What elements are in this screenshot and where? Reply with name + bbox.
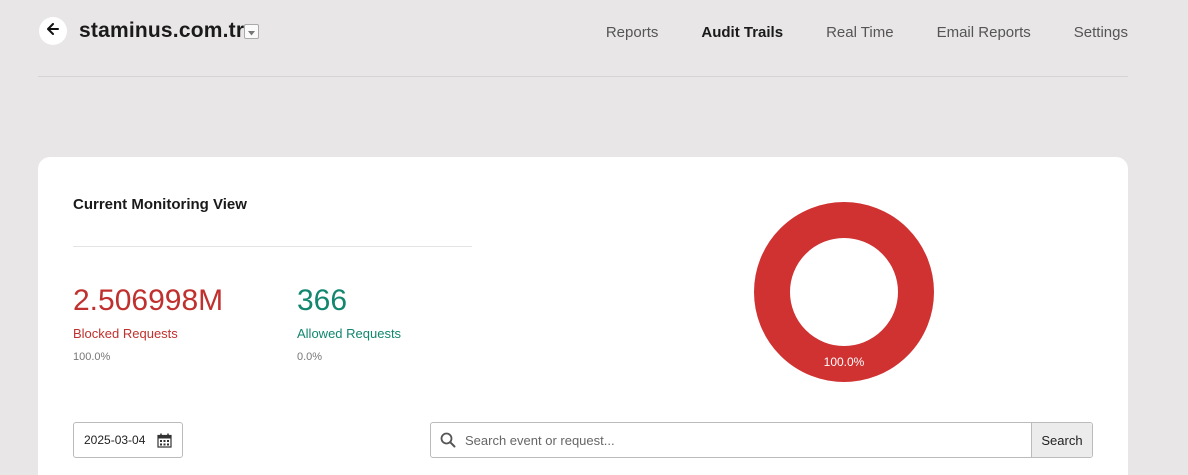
- arrow-left-icon: [47, 22, 59, 40]
- caret-down-icon: [248, 23, 255, 41]
- site-name: staminus.com.tr: [79, 19, 245, 42]
- site-dropdown-button[interactable]: [244, 24, 259, 39]
- main-nav: Reports Audit Trails Real Time Email Rep…: [563, 24, 1128, 41]
- blocked-stat: 2.506998M Blocked Requests 100.0%: [73, 284, 223, 363]
- search-button[interactable]: Search: [1031, 423, 1092, 457]
- divider: [73, 246, 472, 247]
- nav-settings[interactable]: Settings: [1074, 24, 1128, 41]
- allowed-stat: 366 Allowed Requests 0.0%: [297, 284, 401, 363]
- magnifier-icon: [431, 423, 465, 457]
- blocked-count: 2.506998M: [73, 284, 224, 317]
- blocked-label: Blocked Requests: [73, 326, 178, 341]
- nav-real-time[interactable]: Real Time: [826, 24, 894, 41]
- nav-email-reports[interactable]: Email Reports: [937, 24, 1031, 41]
- allowed-count: 366: [297, 284, 348, 317]
- allowed-label: Allowed Requests: [297, 326, 402, 341]
- nav-reports[interactable]: Reports: [606, 24, 659, 41]
- donut-blocked-segment: [754, 202, 934, 382]
- donut-percent-label: 100.0%: [824, 355, 865, 369]
- nav-audit-trails[interactable]: Audit Trails: [701, 24, 783, 41]
- date-value: 2025-03-04: [84, 433, 146, 447]
- requests-donut-chart: 100.0%: [754, 202, 934, 382]
- search-bar: Search: [430, 422, 1093, 458]
- search-input[interactable]: [465, 423, 1031, 457]
- allowed-percent: 0.0%: [297, 351, 323, 363]
- back-button[interactable]: [39, 17, 67, 45]
- card-title: Current Monitoring View: [73, 196, 247, 213]
- date-picker[interactable]: 2025-03-04: [73, 422, 183, 458]
- monitoring-card: Current Monitoring View 2.506998M Blocke…: [38, 157, 1128, 475]
- blocked-percent: 100.0%: [73, 351, 111, 363]
- calendar-icon: [157, 433, 172, 451]
- top-header: staminus.com.tr Reports Audit Trails Rea…: [38, 0, 1128, 77]
